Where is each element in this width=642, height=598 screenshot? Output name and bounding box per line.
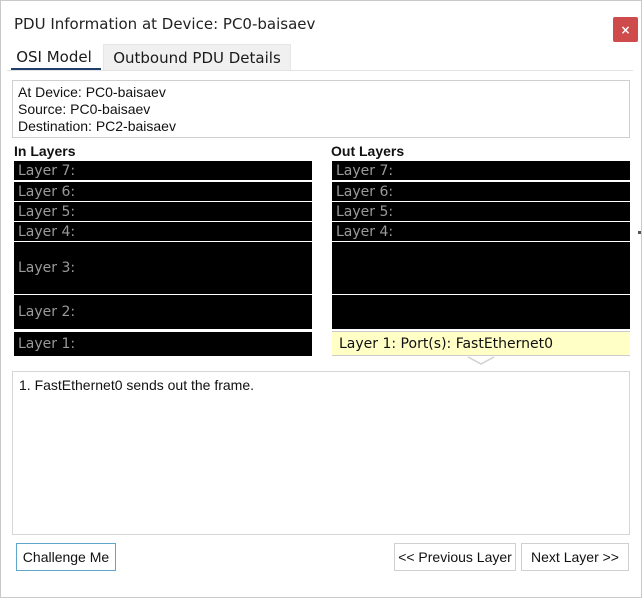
out-layer-5[interactable]: Layer 5: — [332, 202, 630, 221]
out-layer-1-selected[interactable]: Layer 1: Port(s): FastEthernet0 — [332, 331, 630, 356]
layer-description-box: 1. FastEthernet0 sends out the frame. — [12, 371, 630, 535]
pdu-information-window: PDU Information at Device: PC0-baisaev ×… — [0, 0, 642, 598]
out-layers-header: Out Layers — [331, 143, 405, 159]
in-layer-5[interactable]: Layer 5: — [14, 202, 312, 221]
out-layer-7[interactable]: Layer 7: — [332, 161, 630, 180]
close-button[interactable]: × — [613, 17, 638, 42]
resize-handle-dot — [638, 231, 641, 234]
previous-layer-button[interactable]: << Previous Layer — [394, 543, 516, 571]
in-layer-2[interactable]: Layer 2: — [14, 295, 312, 329]
title-bar[interactable]: PDU Information at Device: PC0-baisaev × — [1, 1, 641, 43]
tab-outbound-pdu-details[interactable]: Outbound PDU Details — [103, 44, 291, 71]
tab-osi-model[interactable]: OSI Model — [7, 44, 101, 70]
out-layer-4[interactable]: Layer 4: — [332, 222, 630, 241]
window-title: PDU Information at Device: PC0-baisaev — [14, 15, 316, 33]
destination-text: Destination: PC2-baisaev — [18, 118, 176, 134]
in-layer-7[interactable]: Layer 7: — [14, 161, 312, 180]
source-text: Source: PC0-baisaev — [18, 101, 151, 117]
in-layers-header: In Layers — [14, 143, 76, 159]
challenge-me-button[interactable]: Challenge Me — [16, 543, 116, 571]
in-layer-6[interactable]: Layer 6: — [14, 182, 312, 201]
out-layer-6[interactable]: Layer 6: — [332, 182, 630, 201]
pdu-info-box: At Device: PC0-baisaev Source: PC0-baisa… — [12, 80, 630, 138]
at-device-text: At Device: PC0-baisaev — [18, 84, 166, 100]
in-layer-1[interactable]: Layer 1: — [14, 332, 312, 356]
in-layer-4[interactable]: Layer 4: — [14, 222, 312, 241]
out-layer-3[interactable] — [332, 242, 630, 294]
tab-divider — [7, 70, 633, 71]
close-icon: × — [620, 22, 631, 37]
chevron-down-icon — [467, 356, 495, 365]
next-layer-button[interactable]: Next Layer >> — [521, 543, 629, 571]
out-layer-2[interactable] — [332, 295, 630, 329]
description-text: 1. FastEthernet0 sends out the frame. — [19, 377, 255, 393]
in-layer-3[interactable]: Layer 3: — [14, 242, 312, 294]
